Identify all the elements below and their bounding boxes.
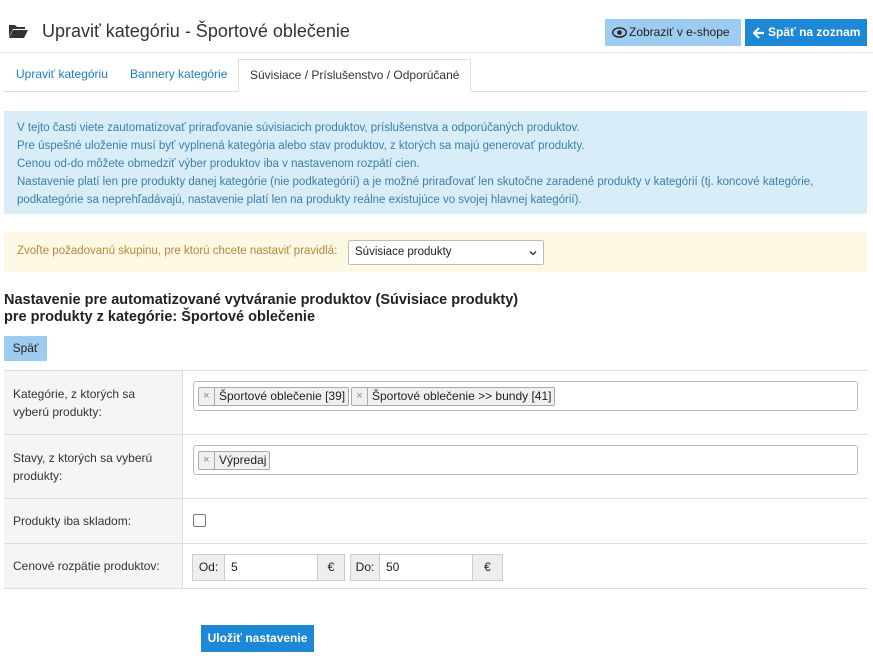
state-tag: × Výpredaj [198, 451, 271, 470]
back-button[interactable]: Späť [4, 336, 47, 361]
view-in-eshop-button[interactable]: Zobraziť v e-shope [605, 19, 741, 46]
price-to-label: Do: [350, 554, 380, 581]
category-tag-label: Športové oblečenie >> bundy [41] [372, 389, 552, 403]
price-to-input[interactable]: 50 [380, 554, 472, 581]
info-line: V tejto časti viete zautomatizovať prira… [17, 122, 580, 134]
arrow-left-icon [753, 27, 764, 39]
info-line: Pre úspešné uloženie musí byť vyplnená k… [17, 140, 585, 152]
info-line: Cenou od-do môžete obmedziť výber produk… [17, 158, 420, 170]
group-select-value: Súvisiace produkty [355, 246, 452, 258]
stock-only-checkbox[interactable] [193, 514, 206, 527]
info-box: V tejto časti viete zautomatizovať prira… [4, 111, 867, 214]
tab-bar: Upraviť kategóriu Bannery kategórie Súvi… [4, 59, 867, 92]
back-to-list-button[interactable]: Späť na zoznam [745, 19, 867, 46]
folder-open-icon [9, 25, 28, 38]
page-header: Upraviť kategóriu - Športové oblečenie Z… [0, 0, 873, 53]
form-row-categories: Kategórie, z ktorých sa vyberú produkty:… [4, 370, 867, 434]
category-tag: × Športové oblečenie [39] [198, 387, 350, 406]
section-title-line: pre produkty z kategórie: Športové obleč… [4, 309, 316, 325]
info-line: podkategórie sa neprehľadávajú, nastaven… [17, 194, 582, 206]
remove-tag-icon[interactable]: × [199, 388, 215, 405]
page-title: Upraviť kategóriu - Športové oblečenie [42, 21, 350, 41]
info-line: Nastavenie platí len pre produkty danej … [17, 176, 814, 188]
price-range-label: Cenové rozpätie produktov: [4, 544, 183, 588]
section-title-line: Nastavenie pre automatizované vytváranie… [4, 292, 519, 308]
state-tag-label: Výpredaj [219, 453, 267, 467]
stock-label: Produkty iba skladom: [4, 499, 183, 543]
form-row-stock: Produkty iba skladom: [4, 498, 867, 543]
save-settings-button[interactable]: Uložiť nastavenie [201, 625, 314, 652]
tab-edit-category[interactable]: Upraviť kategóriu [16, 59, 108, 92]
settings-form: Kategórie, z ktorých sa vyberú produkty:… [4, 370, 867, 589]
view-in-eshop-label: Zobraziť v e-shope [629, 25, 730, 39]
group-select[interactable]: Súvisiace produkty [348, 240, 544, 265]
category-tag-label: Športové oblečenie [39] [219, 389, 346, 403]
currency-addon: € [472, 554, 503, 581]
currency-addon: € [317, 554, 345, 581]
group-select-label: Zvoľte požadovanú skupinu, pre ktorú chc… [17, 245, 338, 257]
price-from-label: Od: [192, 554, 225, 581]
categories-label: Kategórie, z ktorých sa vyberú produkty: [4, 371, 183, 434]
categories-tag-input[interactable]: × Športové oblečenie [39] × Športové obleč… [193, 381, 858, 411]
chevron-down-icon [529, 251, 537, 256]
tab-related-accessories[interactable]: Súvisiace / Príslušenstvo / Odporúčané [238, 59, 472, 92]
form-row-states: Stavy, z ktorých sa vyberú produkty: × Vý… [4, 434, 867, 498]
form-row-price: Cenové rozpätie produktov: Od: 5 € Do: 5… [4, 543, 867, 589]
states-tag-input[interactable]: × Výpredaj [193, 445, 858, 475]
price-from-input[interactable]: 5 [225, 554, 317, 581]
eye-icon [612, 27, 627, 39]
group-selection-box: Zvoľte požadovanú skupinu, pre ktorú chc… [4, 232, 867, 272]
back-to-list-label: Späť na zoznam [768, 25, 861, 39]
category-tag: × Športové oblečenie >> bundy [41] [351, 387, 556, 406]
states-label: Stavy, z ktorých sa vyberú produkty: [4, 435, 183, 498]
section-title: Nastavenie pre automatizované vytváranie… [4, 292, 518, 326]
remove-tag-icon[interactable]: × [352, 388, 368, 405]
remove-tag-icon[interactable]: × [199, 452, 215, 469]
tab-category-banners[interactable]: Bannery kategórie [130, 59, 227, 92]
